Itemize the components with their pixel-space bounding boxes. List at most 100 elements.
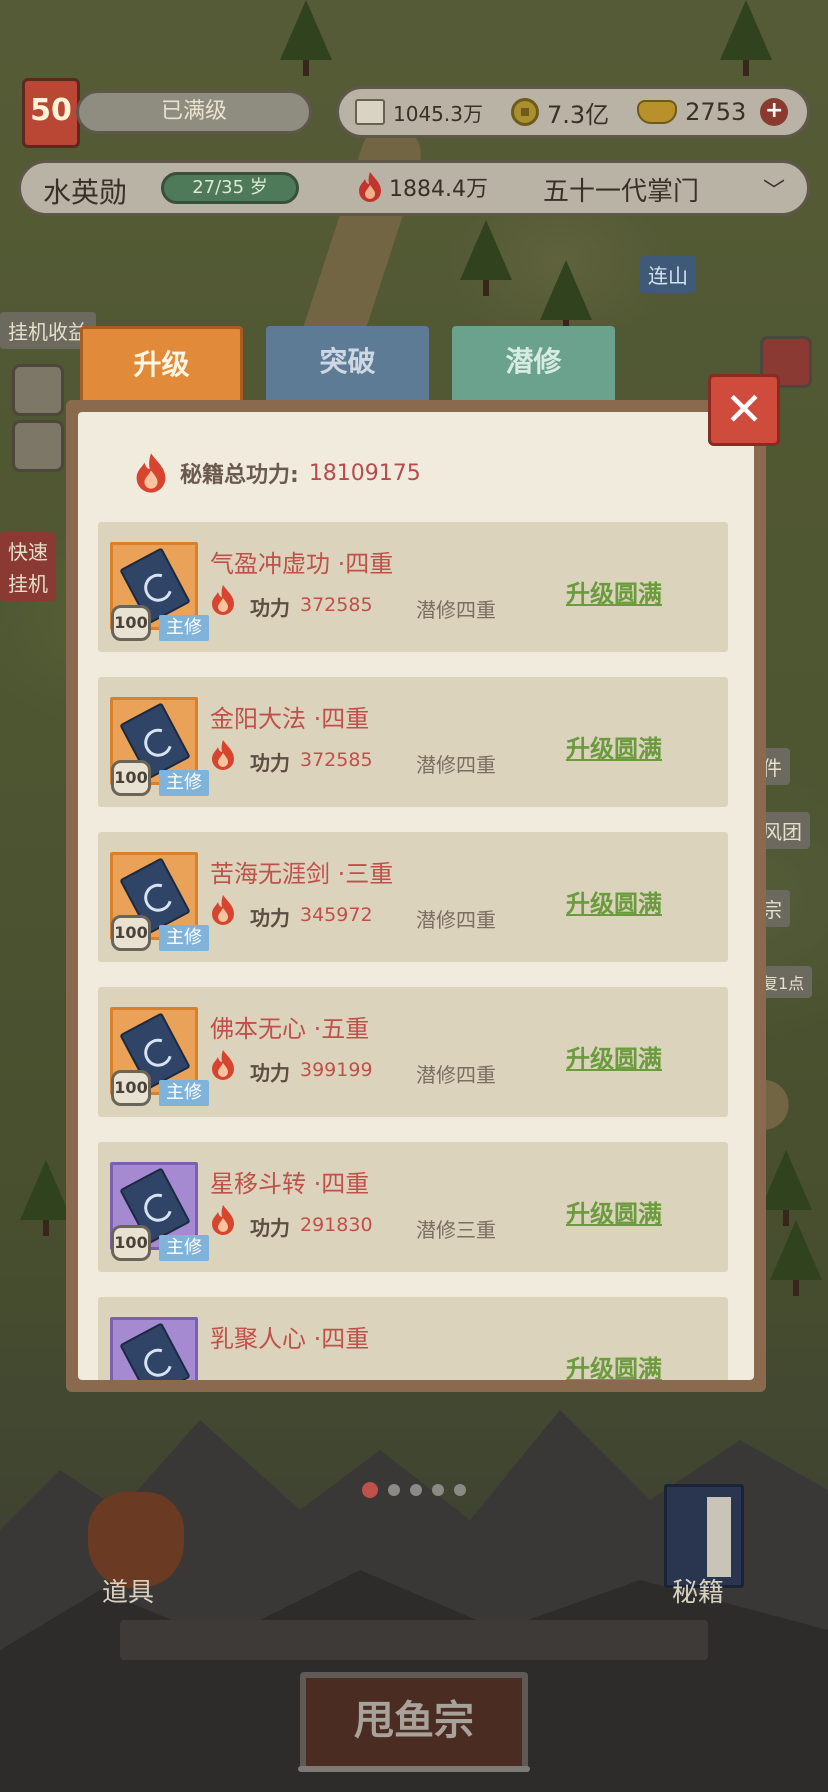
gold-ingot-icon xyxy=(637,100,678,124)
main-tag: 主修 xyxy=(159,925,209,951)
upgrade-complete-status[interactable]: 升级圆满 xyxy=(566,1194,662,1229)
flame-icon xyxy=(212,895,234,925)
skill-row[interactable]: 乳聚人心 ·四重 升级圆满 xyxy=(98,1297,728,1380)
power-label: 功力 xyxy=(250,1216,290,1240)
sect-name-plaque[interactable]: 甩鱼宗 xyxy=(300,1672,528,1772)
book-resource-value: 1045.3万 xyxy=(393,101,483,126)
close-button[interactable]: ✕ xyxy=(708,374,780,446)
qianxiu-level: 潜修四重 xyxy=(416,1063,496,1087)
page-dot[interactable] xyxy=(410,1484,422,1496)
items-label[interactable]: 道具 xyxy=(102,1572,154,1609)
skill-book-slot[interactable]: 100 主修 xyxy=(110,1162,209,1261)
page-indicator xyxy=(362,1482,476,1498)
sect-gate-roof xyxy=(120,1620,708,1660)
total-power-value: 18109175 xyxy=(308,460,421,486)
level-badge: 100 xyxy=(111,915,151,951)
skill-book-slot[interactable]: 100 主修 xyxy=(110,1007,209,1106)
upgrade-complete-status[interactable]: 升级圆满 xyxy=(566,574,662,609)
qianxiu-level: 潜修四重 xyxy=(416,753,496,777)
upgrade-complete-status[interactable]: 升级圆满 xyxy=(566,1349,662,1380)
level-badge: 100 xyxy=(111,605,151,641)
skill-name: 金阳大法 ·四重 xyxy=(210,705,370,733)
skill-name: 佛本无心 ·五重 xyxy=(210,1015,370,1043)
skill-book-slot[interactable]: 100 主修 xyxy=(110,697,209,796)
top-hud: 50 已满级 1045.3万 7.3亿 2753 + xyxy=(18,74,810,150)
power-label: 功力 xyxy=(250,596,290,620)
home-indicator[interactable] xyxy=(298,1766,530,1772)
resource-bar: 1045.3万 7.3亿 2753 + xyxy=(336,86,810,138)
skill-name: 星移斗转 ·四重 xyxy=(210,1170,370,1198)
skill-book-icon xyxy=(119,1322,191,1380)
skill-list[interactable]: 100 主修 气盈冲虚功 ·四重 功力 372585 潜修四重 升级圆满 100… xyxy=(98,522,728,1380)
dialog-tabs: 升级 突破 潜修 xyxy=(80,326,620,404)
rank-title: 五十一代掌门 xyxy=(543,177,700,207)
flame-icon xyxy=(359,172,381,202)
main-tag: 主修 xyxy=(159,615,209,641)
page-dot[interactable] xyxy=(388,1484,400,1496)
power-value: 372585 xyxy=(300,749,373,771)
add-currency-icon[interactable]: + xyxy=(760,98,789,126)
books-label[interactable]: 秘籍 xyxy=(672,1572,724,1609)
level-badge: 100 xyxy=(111,1070,151,1106)
book-resource[interactable]: 1045.3万 xyxy=(355,98,483,127)
level-badge: 100 xyxy=(111,1225,151,1261)
chevron-down-icon[interactable]: ﹀ xyxy=(763,173,785,205)
skill-book-slot[interactable]: 100 主修 xyxy=(110,852,209,951)
skill-row[interactable]: 100 主修 佛本无心 ·五重 功力 399199 潜修四重 升级圆满 xyxy=(98,987,728,1117)
flame-icon xyxy=(136,453,166,493)
player-power-value: 1884.4万 xyxy=(389,177,488,202)
tab-qianxiu[interactable]: 潜修 xyxy=(452,326,615,404)
book-icon xyxy=(355,99,385,125)
tab-breakthrough[interactable]: 突破 xyxy=(266,326,429,404)
skill-name: 气盈冲虚功 ·四重 xyxy=(210,550,394,578)
player-info-bar[interactable]: 水英勋 27/35 岁 1884.4万 五十一代掌门 ﹀ xyxy=(18,160,810,216)
skill-row[interactable]: 100 主修 星移斗转 ·四重 功力 291830 潜修三重 升级圆满 xyxy=(98,1142,728,1272)
player-name: 水英勋 xyxy=(43,176,128,209)
level-badge: 100 xyxy=(111,760,151,796)
coin-side-button[interactable] xyxy=(12,420,64,472)
level-badge[interactable]: 50 xyxy=(22,78,80,148)
skill-book-slot[interactable]: 100 主修 xyxy=(110,542,209,641)
skill-name: 乳聚人心 ·四重 xyxy=(210,1325,370,1353)
upgrade-complete-status[interactable]: 升级圆满 xyxy=(566,1039,662,1074)
flame-icon xyxy=(212,740,234,770)
skill-row[interactable]: 100 主修 金阳大法 ·四重 功力 372585 潜修四重 升级圆满 xyxy=(98,677,728,807)
age-pill: 27/35 岁 xyxy=(161,172,299,204)
total-power: 秘籍总功力: 18109175 xyxy=(134,452,421,494)
main-tag: 主修 xyxy=(159,770,209,796)
main-tag: 主修 xyxy=(159,1080,209,1106)
coin-resource[interactable]: 7.3亿 xyxy=(510,95,610,130)
flame-icon xyxy=(212,1205,234,1235)
flame-icon xyxy=(212,585,234,615)
skill-row[interactable]: 100 主修 苦海无涯剑 ·三重 功力 345972 潜修四重 升级圆满 xyxy=(98,832,728,962)
page-dot[interactable] xyxy=(432,1484,444,1496)
skill-row[interactable]: 100 主修 气盈冲虚功 ·四重 功力 372585 潜修四重 升级圆满 xyxy=(98,522,728,652)
power-value: 345972 xyxy=(300,904,373,926)
power-label: 功力 xyxy=(250,906,290,930)
player-power: 1884.4万 xyxy=(357,171,488,203)
skills-dialog: 秘籍总功力: 18109175 100 主修 气盈冲虚功 ·四重 功力 3725… xyxy=(66,400,766,1392)
page-dot-active[interactable] xyxy=(362,1482,378,1498)
tab-upgrade[interactable]: 升级 xyxy=(80,326,243,404)
upgrade-complete-status[interactable]: 升级圆满 xyxy=(566,884,662,919)
skill-book-slot[interactable] xyxy=(110,1317,198,1380)
total-power-label: 秘籍总功力: xyxy=(180,463,299,488)
map-place-label[interactable]: 连山 xyxy=(640,256,696,293)
coin-resource-value: 7.3亿 xyxy=(546,100,610,129)
power-label: 功力 xyxy=(250,1061,290,1085)
ingot-resource-value: 2753 xyxy=(685,98,747,126)
ingot-resource[interactable]: 2753 xyxy=(637,98,746,126)
power-value: 372585 xyxy=(300,594,373,616)
skill-name: 苦海无涯剑 ·三重 xyxy=(210,860,394,888)
flame-icon xyxy=(212,1050,234,1080)
level-status[interactable]: 已满级 xyxy=(76,90,312,134)
power-value: 399199 xyxy=(300,1059,373,1081)
qianxiu-level: 潜修四重 xyxy=(416,908,496,932)
page-dot[interactable] xyxy=(454,1484,466,1496)
upgrade-complete-status[interactable]: 升级圆满 xyxy=(566,729,662,764)
power-value: 291830 xyxy=(300,1214,373,1236)
quick-idle-label-2[interactable]: 挂机 xyxy=(0,564,56,601)
main-tag: 主修 xyxy=(159,1235,209,1261)
book-side-button[interactable] xyxy=(12,364,64,416)
skills-dialog-body: 秘籍总功力: 18109175 100 主修 气盈冲虚功 ·四重 功力 3725… xyxy=(78,412,754,1380)
